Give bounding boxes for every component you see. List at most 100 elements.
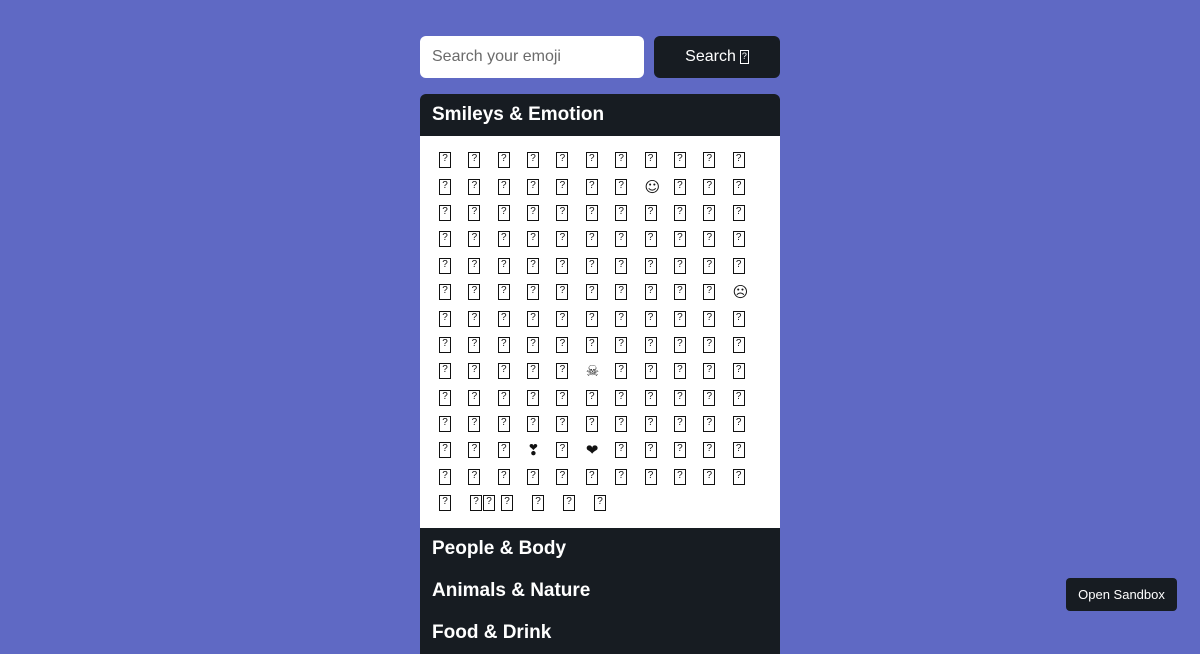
emoji-item[interactable]: [439, 176, 468, 198]
emoji-item[interactable]: ❤: [586, 439, 615, 461]
emoji-item[interactable]: [673, 281, 703, 303]
emoji-item[interactable]: [703, 176, 732, 198]
emoji-item[interactable]: [732, 439, 762, 461]
emoji-item[interactable]: [439, 413, 468, 435]
emoji-item[interactable]: [556, 228, 585, 250]
emoji-item[interactable]: [644, 466, 674, 488]
emoji-item[interactable]: [468, 202, 497, 224]
emoji-item[interactable]: [468, 255, 497, 277]
emoji-item[interactable]: [527, 149, 556, 171]
emoji-item[interactable]: [585, 202, 615, 224]
emoji-item[interactable]: [527, 334, 556, 356]
emoji-item[interactable]: [585, 228, 615, 250]
emoji-item[interactable]: [732, 149, 762, 171]
emoji-item[interactable]: [732, 202, 762, 224]
emoji-item[interactable]: [732, 334, 762, 356]
emoji-item[interactable]: [468, 413, 497, 435]
emoji-item[interactable]: [615, 281, 644, 303]
emoji-item[interactable]: [556, 466, 585, 488]
emoji-item[interactable]: [673, 413, 703, 435]
emoji-item[interactable]: [615, 413, 644, 435]
emoji-item[interactable]: ☠: [586, 360, 615, 382]
emoji-item[interactable]: [468, 360, 497, 382]
emoji-item[interactable]: [732, 255, 762, 277]
emoji-item[interactable]: ☺: [645, 176, 674, 198]
emoji-item[interactable]: [527, 308, 556, 330]
emoji-item[interactable]: [615, 334, 644, 356]
emoji-item[interactable]: [527, 255, 556, 277]
emoji-item[interactable]: [468, 466, 497, 488]
emoji-item[interactable]: [732, 176, 762, 198]
emoji-item[interactable]: [497, 308, 527, 330]
emoji-item[interactable]: [527, 360, 556, 382]
emoji-item[interactable]: [439, 360, 468, 382]
emoji-item[interactable]: [615, 308, 644, 330]
emoji-item[interactable]: [673, 360, 703, 382]
emoji-item[interactable]: [732, 360, 762, 382]
emoji-item[interactable]: [585, 308, 615, 330]
emoji-item[interactable]: [644, 308, 674, 330]
emoji-item[interactable]: [732, 308, 762, 330]
search-input[interactable]: [420, 36, 644, 78]
emoji-item[interactable]: [439, 492, 470, 514]
emoji-item[interactable]: [585, 255, 615, 277]
emoji-item[interactable]: [703, 439, 732, 461]
emoji-item[interactable]: [556, 149, 585, 171]
emoji-item[interactable]: [497, 176, 527, 198]
emoji-item[interactable]: [468, 439, 497, 461]
emoji-item[interactable]: [732, 228, 762, 250]
emoji-item[interactable]: [439, 466, 468, 488]
emoji-item[interactable]: [439, 308, 468, 330]
emoji-item[interactable]: [615, 387, 644, 409]
emoji-item[interactable]: [470, 492, 501, 514]
emoji-item[interactable]: [527, 281, 556, 303]
emoji-item[interactable]: [556, 334, 585, 356]
emoji-item[interactable]: [703, 413, 732, 435]
emoji-item[interactable]: [703, 149, 732, 171]
emoji-item[interactable]: [615, 255, 644, 277]
emoji-item[interactable]: [673, 202, 703, 224]
emoji-item[interactable]: [644, 255, 674, 277]
emoji-item[interactable]: [527, 228, 556, 250]
category-header-animals-nature[interactable]: Animals & Nature: [420, 570, 780, 612]
emoji-item[interactable]: [439, 334, 468, 356]
emoji-item[interactable]: [703, 334, 732, 356]
emoji-item[interactable]: [732, 413, 762, 435]
emoji-item[interactable]: [585, 413, 615, 435]
emoji-item[interactable]: [703, 228, 732, 250]
emoji-item[interactable]: [644, 334, 674, 356]
emoji-item[interactable]: [439, 149, 468, 171]
emoji-item[interactable]: [439, 387, 468, 409]
category-header-people-body[interactable]: People & Body: [420, 528, 780, 570]
emoji-item[interactable]: [615, 228, 644, 250]
emoji-item[interactable]: [703, 308, 732, 330]
emoji-item[interactable]: [732, 466, 762, 488]
emoji-item[interactable]: [468, 176, 497, 198]
emoji-item[interactable]: [644, 228, 674, 250]
emoji-item[interactable]: [439, 202, 468, 224]
emoji-item[interactable]: [497, 387, 527, 409]
emoji-item[interactable]: [703, 360, 732, 382]
emoji-item[interactable]: [468, 228, 497, 250]
emoji-item[interactable]: [585, 387, 615, 409]
emoji-item[interactable]: [556, 413, 585, 435]
emoji-item[interactable]: [556, 202, 585, 224]
emoji-item[interactable]: [644, 413, 674, 435]
emoji-item[interactable]: [673, 387, 703, 409]
emoji-item[interactable]: [615, 360, 644, 382]
emoji-item[interactable]: [673, 228, 703, 250]
emoji-item[interactable]: [673, 255, 703, 277]
emoji-item[interactable]: [673, 466, 703, 488]
emoji-item[interactable]: ☹: [733, 281, 762, 303]
emoji-item[interactable]: [585, 281, 615, 303]
emoji-item[interactable]: [497, 255, 527, 277]
emoji-item[interactable]: ❣: [527, 439, 556, 461]
emoji-item[interactable]: [468, 387, 497, 409]
emoji-item[interactable]: [563, 492, 594, 514]
search-button[interactable]: Search: [654, 36, 780, 78]
emoji-item[interactable]: [615, 202, 644, 224]
emoji-item[interactable]: [527, 413, 556, 435]
emoji-item[interactable]: [703, 202, 732, 224]
emoji-item[interactable]: [439, 281, 468, 303]
emoji-item[interactable]: [673, 149, 703, 171]
